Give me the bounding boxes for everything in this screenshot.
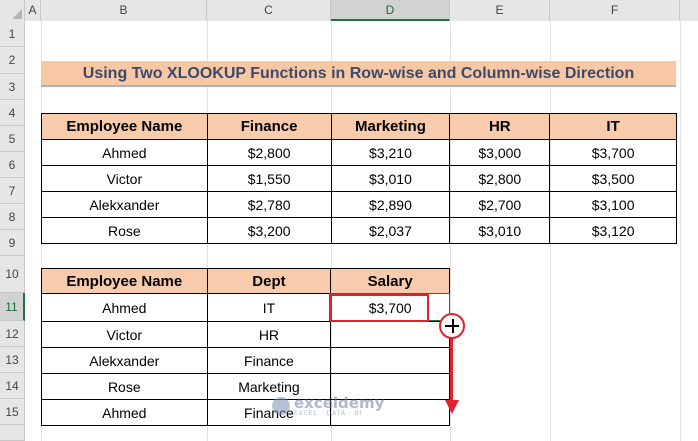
cell[interactable]: $3,100 (549, 191, 677, 218)
cell[interactable]: $2,700 (449, 191, 551, 218)
table1-header-it[interactable]: IT (549, 113, 677, 140)
column-header-overflow[interactable] (680, 0, 698, 21)
cell[interactable]: Ahmed (41, 293, 208, 322)
cell[interactable]: Rose (41, 217, 208, 244)
column-header-d[interactable]: D (331, 0, 450, 21)
table-row: Alekxander $2,780 $2,890 $2,700 $3,100 (41, 191, 677, 218)
row-header-6[interactable]: 6 (0, 152, 25, 178)
row-header-11[interactable]: 11 (0, 293, 25, 321)
table-row: Ahmed $2,800 $3,210 $3,000 $3,700 (41, 139, 677, 166)
table-row: Victor HR (41, 321, 450, 348)
row-header-12[interactable]: 12 (0, 321, 25, 347)
watermark-tagline: EXCEL · DATA · BI (294, 409, 363, 417)
select-all-corner[interactable] (0, 0, 25, 21)
column-header-c[interactable]: C (207, 0, 331, 21)
column-header-e[interactable]: E (450, 0, 550, 21)
cell[interactable]: $3,010 (449, 217, 551, 244)
table-row: Rose Marketing (41, 373, 450, 400)
cell[interactable]: $3,010 (330, 165, 451, 192)
cell[interactable]: HR (206, 321, 332, 348)
cell[interactable]: $3,210 (330, 139, 451, 166)
cell[interactable]: $2,800 (206, 139, 332, 166)
table2-header-salary[interactable]: Salary (330, 268, 450, 294)
highlight-box (330, 294, 429, 322)
fill-handle-crosshair-icon[interactable] (439, 313, 465, 339)
column-header-b[interactable]: B (41, 0, 207, 21)
cell[interactable]: Alekxander (41, 347, 208, 374)
drag-down-line (450, 338, 453, 403)
sheet-title[interactable]: Using Two XLOOKUP Functions in Row-wise … (41, 61, 676, 87)
cell[interactable]: Alekxander (41, 191, 208, 218)
table2-header-dept[interactable]: Dept (206, 268, 332, 294)
cell[interactable]: $2,037 (330, 217, 451, 244)
row-header-4[interactable]: 4 (0, 100, 25, 126)
row-header-15[interactable]: 15 (0, 399, 25, 425)
table1-header-hr[interactable]: HR (449, 113, 551, 140)
watermark: exceldemy EXCEL · DATA · BI (272, 394, 384, 418)
cell[interactable]: Finance (206, 347, 332, 374)
cell[interactable]: Victor (41, 165, 208, 192)
column-header-f[interactable]: F (550, 0, 680, 21)
row-header-13[interactable]: 13 (0, 347, 25, 373)
row-header-3[interactable]: 3 (0, 74, 25, 100)
row-header-10[interactable]: 10 (0, 256, 25, 293)
row-header-16[interactable] (0, 425, 25, 441)
column-header-bar: A B C D E F (0, 0, 698, 21)
cell[interactable]: Ahmed (41, 139, 208, 166)
table-row: Ahmed Finance (41, 399, 450, 426)
cell[interactable]: $3,200 (206, 217, 332, 244)
row-header-14[interactable]: 14 (0, 373, 25, 399)
salary-matrix-table: Employee Name Finance Marketing HR IT Ah… (41, 113, 677, 244)
select-all-icon (12, 9, 22, 19)
watermark-text: exceldemy EXCEL · DATA · BI (294, 393, 385, 417)
cell[interactable]: $2,780 (206, 191, 332, 218)
row-header-2[interactable]: 2 (0, 47, 25, 74)
table-row: Victor $1,550 $3,010 $2,800 $3,500 (41, 165, 677, 192)
exceldemy-logo-icon (272, 397, 290, 415)
table-row: Alekxander Finance (41, 347, 450, 374)
row-header-8[interactable]: 8 (0, 204, 25, 230)
arrow-down-icon (445, 400, 459, 414)
salary-lookup-table: Employee Name Dept Salary Ahmed IT $3,70… (41, 268, 450, 426)
cell[interactable]: $2,890 (330, 191, 451, 218)
table1-header-finance[interactable]: Finance (206, 113, 332, 140)
cell[interactable]: $3,000 (449, 139, 551, 166)
gridline (680, 21, 681, 441)
cell[interactable]: IT (206, 293, 332, 322)
row-header-1[interactable]: 1 (0, 21, 25, 47)
table1-header-marketing[interactable]: Marketing (330, 113, 451, 140)
cell[interactable] (330, 321, 450, 348)
cell[interactable] (330, 347, 450, 374)
row-header-7[interactable]: 7 (0, 178, 25, 204)
cell[interactable]: Rose (41, 373, 208, 400)
row-header-9[interactable]: 9 (0, 230, 25, 256)
cell[interactable]: $1,550 (206, 165, 332, 192)
row-header-5[interactable]: 5 (0, 126, 25, 152)
column-header-a[interactable]: A (25, 0, 41, 21)
watermark-name: exceldemy (294, 393, 385, 412)
cell[interactable]: $3,120 (549, 217, 677, 244)
cell[interactable]: $3,500 (549, 165, 677, 192)
cell[interactable]: Victor (41, 321, 208, 348)
cell[interactable]: $3,700 (549, 139, 677, 166)
table-row: Rose $3,200 $2,037 $3,010 $3,120 (41, 217, 677, 244)
cell[interactable]: Ahmed (41, 399, 208, 426)
cell[interactable]: $2,800 (449, 165, 551, 192)
table2-header-employee-name[interactable]: Employee Name (41, 268, 208, 294)
table1-header-employee-name[interactable]: Employee Name (41, 113, 208, 140)
